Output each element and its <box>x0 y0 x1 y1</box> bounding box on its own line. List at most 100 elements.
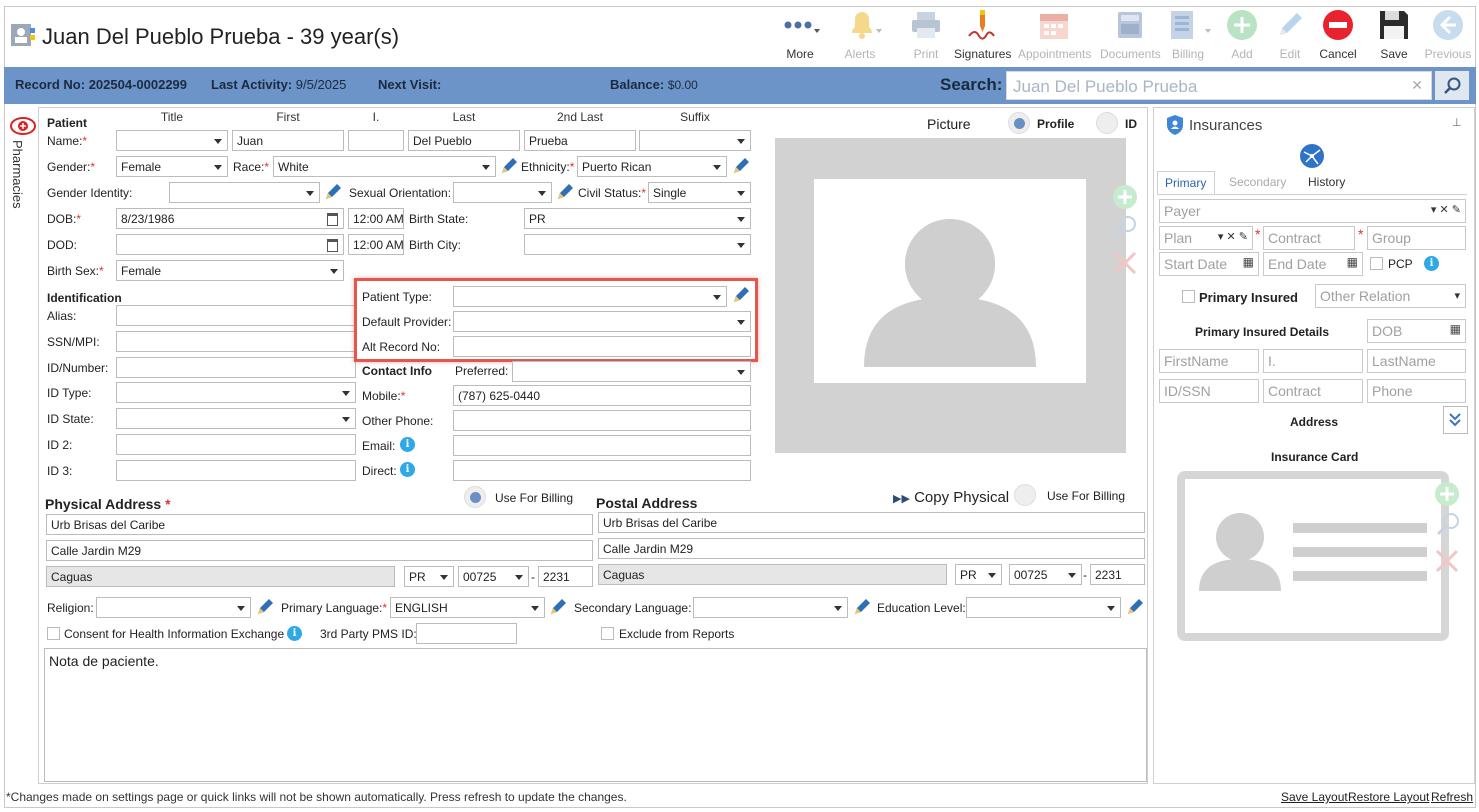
postal-zip4-input[interactable]: 2231 <box>1090 564 1145 585</box>
pin-icon[interactable]: ⊥ <box>1452 116 1462 129</box>
pcp-info-icon[interactable]: i <box>1424 256 1439 271</box>
insured-phone-input[interactable]: Phone <box>1367 379 1466 403</box>
cancel-button[interactable]: Cancel <box>1310 8 1366 62</box>
secondary-language-select[interactable] <box>693 597 848 618</box>
physical-zip4-input[interactable]: 2231 <box>538 566 593 587</box>
exclude-reports-checkbox[interactable] <box>601 627 614 640</box>
postal-address-line2[interactable]: Calle Jardin M29 <box>598 538 1145 559</box>
add-card-icon[interactable] <box>1432 480 1462 508</box>
id3-input[interactable] <box>116 460 356 481</box>
plan-select[interactable]: Plan ▾ ✕ ✎ <box>1159 226 1253 250</box>
insurance-network-icon[interactable] <box>1298 142 1326 170</box>
postal-use-for-billing-radio[interactable] <box>1014 484 1036 506</box>
primary-language-select[interactable]: ENGLISH <box>390 597 545 618</box>
email-input[interactable] <box>453 435 751 456</box>
delete-card-icon[interactable] <box>1432 546 1462 576</box>
pms-id-input[interactable] <box>416 623 517 644</box>
title-select[interactable] <box>116 130 228 151</box>
edit-sexual-orientation-pencil-icon[interactable] <box>555 182 575 202</box>
pharmacies-icon[interactable] <box>10 116 36 139</box>
end-date-input[interactable]: End Date ▦ <box>1263 252 1363 276</box>
dod-date-input[interactable] <box>116 234 344 255</box>
direct-input[interactable] <box>453 460 751 481</box>
patient-type-select[interactable] <box>453 286 727 307</box>
patient-note-textarea[interactable]: Nota de paciente. <box>44 648 1147 782</box>
insured-firstname-input[interactable]: FirstName <box>1159 349 1259 373</box>
alerts-button[interactable]: Alerts <box>832 8 888 62</box>
postal-city-input[interactable]: Caguas <box>598 564 947 585</box>
pcp-checkbox[interactable] <box>1370 257 1383 270</box>
expand-address-button[interactable] <box>1443 406 1468 434</box>
id2-input[interactable] <box>116 434 356 455</box>
payer-select[interactable]: Payer ▾ ✕ ✎ <box>1159 199 1466 223</box>
save-layout-link[interactable]: Save Layout <box>1281 790 1348 804</box>
physical-use-for-billing-radio[interactable] <box>464 486 486 508</box>
edit-secondary-language-pencil-icon[interactable] <box>852 597 872 617</box>
physical-zip-select[interactable]: 00725 <box>458 566 529 587</box>
postal-state-select[interactable]: PR <box>955 564 1002 585</box>
id-type-select[interactable] <box>116 382 356 403</box>
ssn-input[interactable] <box>116 331 356 352</box>
physical-city-input[interactable]: Caguas <box>46 566 395 587</box>
other-phone-input[interactable] <box>453 410 751 431</box>
suffix-select[interactable] <box>639 130 751 151</box>
appointments-button[interactable]: Appointments <box>1018 8 1091 62</box>
gender-select[interactable]: Female <box>116 156 228 177</box>
consent-checkbox[interactable] <box>47 627 60 640</box>
zoom-picture-icon[interactable] <box>1111 213 1139 241</box>
tab-primary[interactable]: Primary <box>1157 171 1215 195</box>
edit-education-level-pencil-icon[interactable] <box>1125 597 1145 617</box>
add-picture-icon[interactable] <box>1111 183 1139 211</box>
pharmacies-tab[interactable]: Pharmacies <box>10 140 25 209</box>
dob-date-input[interactable]: 8/23/1986 <box>116 208 344 229</box>
billing-button[interactable]: Billing <box>1160 8 1216 62</box>
physical-address-line1[interactable]: Urb Brisas del Caribe <box>46 514 593 535</box>
insured-contract-input[interactable]: Contract <box>1263 379 1363 403</box>
email-info-icon[interactable]: i <box>400 437 415 452</box>
edit-patient-type-pencil-icon[interactable] <box>731 285 751 305</box>
search-button[interactable] <box>1435 71 1469 100</box>
consent-info-icon[interactable]: i <box>287 626 302 641</box>
first-name-input[interactable]: Juan <box>232 130 344 151</box>
gender-identity-select[interactable] <box>169 182 320 203</box>
birth-sex-select[interactable]: Female <box>116 260 344 281</box>
profile-picture[interactable] <box>775 138 1126 453</box>
physical-address-line2[interactable]: Calle Jardin M29 <box>46 540 593 561</box>
initial-input[interactable] <box>348 130 404 151</box>
civil-status-select[interactable]: Single <box>648 182 751 203</box>
id-state-select[interactable] <box>116 408 356 429</box>
save-button[interactable]: Save <box>1366 8 1422 62</box>
start-date-input[interactable]: Start Date ▦ <box>1159 252 1259 276</box>
second-last-name-input[interactable]: Prueba <box>524 130 636 151</box>
edit-gender-identity-pencil-icon[interactable] <box>323 182 343 202</box>
tab-secondary[interactable]: Secondary <box>1229 175 1286 189</box>
postal-zip-select[interactable]: 00725 <box>1009 564 1082 585</box>
id-number-input[interactable] <box>116 357 356 378</box>
delete-picture-icon[interactable] <box>1111 249 1139 277</box>
insured-dob-input[interactable]: DOB ▦ <box>1367 319 1466 343</box>
group-input[interactable]: Group <box>1367 226 1466 250</box>
dob-time-input[interactable]: 12:00 AM <box>348 208 404 229</box>
restore-layout-link[interactable]: Restore Layout <box>1348 790 1429 804</box>
education-level-select[interactable] <box>966 597 1121 618</box>
edit-religion-pencil-icon[interactable] <box>255 597 275 617</box>
search-input[interactable]: Juan Del Pueblo Prueba ✕ <box>1006 71 1432 100</box>
birth-state-select[interactable]: PR <box>524 208 751 229</box>
other-relation-select[interactable]: Other Relation ▾ <box>1315 284 1466 308</box>
primary-insured-checkbox[interactable] <box>1182 290 1195 303</box>
tab-history[interactable]: History <box>1308 175 1345 189</box>
print-button[interactable]: Print <box>898 8 954 62</box>
physical-state-select[interactable]: PR <box>404 566 454 587</box>
mobile-input[interactable]: (787) 625-0440 <box>453 385 751 406</box>
dod-time-input[interactable]: 12:00 AM <box>348 234 404 255</box>
birth-city-select[interactable] <box>524 234 751 255</box>
alias-input[interactable] <box>116 305 356 326</box>
contract-input[interactable]: Contract <box>1263 226 1355 250</box>
last-name-input[interactable]: Del Pueblo <box>408 130 520 151</box>
insured-lastname-input[interactable]: LastName <box>1367 349 1466 373</box>
preferred-contact-select[interactable] <box>512 361 751 382</box>
postal-address-line1[interactable]: Urb Brisas del Caribe <box>598 512 1145 533</box>
edit-ethnicity-pencil-icon[interactable] <box>731 156 751 176</box>
edit-primary-language-pencil-icon[interactable] <box>548 597 568 617</box>
insured-initial-input[interactable]: I. <box>1263 349 1363 373</box>
